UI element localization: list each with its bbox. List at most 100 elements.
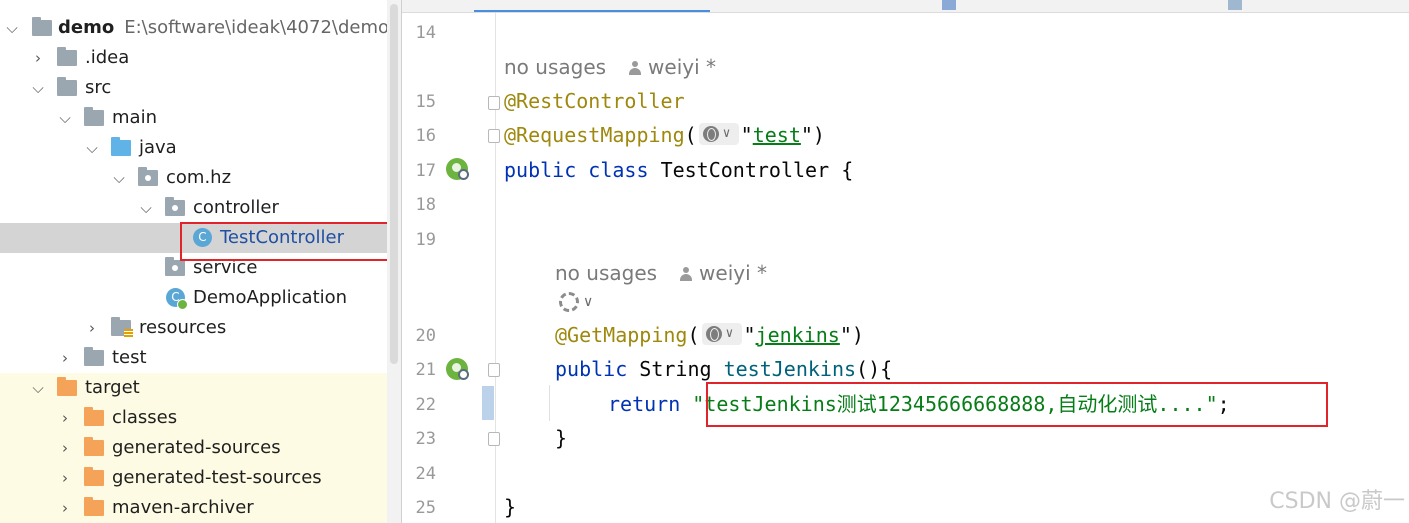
chevron-down-icon[interactable]: ⌵ <box>4 13 20 43</box>
chevron-right-icon[interactable]: › <box>57 463 73 493</box>
annotation: @RestController <box>504 89 685 113</box>
annotation: @GetMapping <box>555 323 688 347</box>
spring-bean-run-icon[interactable] <box>446 158 469 180</box>
tree-item-label: com.hz <box>166 167 232 188</box>
source-folder-icon <box>111 137 131 156</box>
editor-gutter: 14 15 16 17 18 19 20 21 22 23 24 25 <box>402 13 500 523</box>
tree-item-classes[interactable]: › classes <box>0 403 387 433</box>
chevron-down-icon: ∨ <box>583 294 594 310</box>
keyword: public <box>504 158 577 182</box>
spring-bean-run-icon[interactable] <box>446 358 469 380</box>
chevron-down-icon[interactable]: ⌵ <box>57 103 73 133</box>
tree-item-label: DemoApplication <box>193 287 348 308</box>
highlight-box-code <box>706 382 1328 427</box>
tree-item-java[interactable]: ⌵ java <box>0 133 387 163</box>
tree-root-path: E:\software\ideak\4072\demo <box>124 17 390 38</box>
folder-icon <box>84 107 104 126</box>
fold-marker-icon[interactable] <box>488 96 500 110</box>
tree-item-test[interactable]: › test <box>0 343 387 373</box>
tree-item-generated-test-sources[interactable]: › generated-test-sources <box>0 463 387 493</box>
gear-icon <box>559 292 579 312</box>
line-number: 25 <box>415 498 436 518</box>
fold-marker-icon[interactable] <box>488 363 500 377</box>
chevron-down-icon: ∨ <box>725 326 734 341</box>
line-number: 24 <box>415 464 436 484</box>
tree-item-label: java <box>139 137 177 158</box>
tree-item-idea[interactable]: › .idea <box>0 43 387 73</box>
chevron-right-icon[interactable]: › <box>30 43 46 73</box>
chevron-right-icon[interactable]: › <box>57 493 73 523</box>
change-marker[interactable] <box>482 386 494 420</box>
tree-item-label: test <box>112 347 147 368</box>
code-line-23[interactable]: } <box>555 421 567 455</box>
author-hint[interactable]: weiyi * <box>699 261 767 285</box>
type-name: String <box>639 357 712 381</box>
code-line-20[interactable]: @GetMapping(∨ "jenkins") <box>555 318 864 352</box>
tree-item-label: generated-test-sources <box>112 467 322 488</box>
module-folder-icon <box>32 17 52 36</box>
spring-boot-class-icon: C <box>166 288 188 310</box>
tree-item-label: maven-archiver <box>112 497 254 518</box>
chevron-down-icon[interactable]: ⌵ <box>111 163 127 193</box>
code-line-16[interactable]: @RequestMapping(∨ "test") <box>504 118 825 152</box>
tree-item-label: resources <box>139 317 227 338</box>
tree-item-label: target <box>85 377 140 398</box>
tree-item-controller[interactable]: ⌵ controller <box>0 193 387 223</box>
code-vision-hint[interactable]: no usages weiyi * <box>504 52 716 82</box>
tree-item-label: .idea <box>85 47 130 68</box>
chevron-down-icon[interactable]: ⌵ <box>30 373 46 403</box>
tree-item-com-hz[interactable]: ⌵ com.hz <box>0 163 387 193</box>
chevron-right-icon[interactable]: › <box>57 403 73 433</box>
fold-marker-icon[interactable] <box>488 129 500 143</box>
tree-item-label: generated-sources <box>112 437 281 458</box>
tree-root-demo[interactable]: ⌵ demo E:\software\ideak\4072\demo <box>0 13 390 43</box>
tree-item-src[interactable]: ⌵ src <box>0 73 387 103</box>
keyword: class <box>588 158 649 182</box>
brace: } <box>555 426 568 450</box>
string-literal: test <box>752 123 801 147</box>
chevron-down-icon[interactable]: ⌵ <box>30 73 46 103</box>
code-line-25[interactable]: } <box>504 490 516 523</box>
code-editor[interactable]: 14 15 16 17 18 19 20 21 22 23 24 25 no u… <box>402 0 1409 523</box>
tree-item-target[interactable]: ⌵ target <box>0 373 387 403</box>
tree-item-generated-sources[interactable]: › generated-sources <box>0 433 387 463</box>
web-endpoint-inlay[interactable]: ∨ <box>701 323 742 345</box>
tree-item-demo-application[interactable]: C DemoApplication <box>0 283 387 313</box>
chevron-down-icon[interactable]: ⌵ <box>138 193 154 223</box>
keyword: public <box>555 357 628 381</box>
user-icon <box>628 61 642 75</box>
endpoints-icon[interactable]: ∨ <box>557 290 597 314</box>
tab-active[interactable] <box>474 0 710 12</box>
chevron-right-icon[interactable]: › <box>57 433 73 463</box>
chevron-right-icon[interactable]: › <box>57 343 73 373</box>
fold-marker-icon[interactable] <box>488 432 500 446</box>
usages-hint[interactable]: no usages <box>555 261 657 285</box>
line-number: 23 <box>415 429 436 449</box>
tree-scrollbar[interactable] <box>387 0 401 523</box>
file-icon <box>1228 0 1242 10</box>
author-hint[interactable]: weiyi * <box>648 55 716 79</box>
web-endpoint-inlay[interactable]: ∨ <box>698 123 739 145</box>
line-number: 14 <box>415 23 436 43</box>
package-icon <box>165 257 185 276</box>
tree-item-label: src <box>85 77 112 98</box>
chevron-down-icon[interactable]: ⌵ <box>84 133 100 163</box>
excluded-folder-icon <box>84 437 104 456</box>
excluded-folder-icon <box>84 407 104 426</box>
project-tree: ⌵ demo E:\software\ideak\4072\demo › .ide… <box>0 0 401 523</box>
tree-item-maven-archiver[interactable]: › maven-archiver <box>0 493 387 523</box>
usages-hint[interactable]: no usages <box>504 55 606 79</box>
watermark: CSDN @蔚一 <box>1269 489 1405 514</box>
tree-item-resources[interactable]: › resources <box>0 313 387 343</box>
chevron-right-icon[interactable]: › <box>84 313 100 343</box>
string-literal: jenkins <box>755 323 840 347</box>
code-line-21[interactable]: public String testJenkins(){ <box>555 352 892 386</box>
tree-item-main[interactable]: ⌵ main <box>0 103 387 133</box>
highlight-box-tree <box>180 222 393 261</box>
tree-scrollbar-thumb[interactable] <box>390 4 398 364</box>
method-signature: (){ <box>856 357 893 381</box>
brace: { <box>841 158 854 182</box>
code-line-15[interactable]: @RestController <box>504 84 685 118</box>
code-vision-hint[interactable]: no usages weiyi * <box>555 258 767 288</box>
code-line-17[interactable]: public class TestController { <box>504 153 853 187</box>
